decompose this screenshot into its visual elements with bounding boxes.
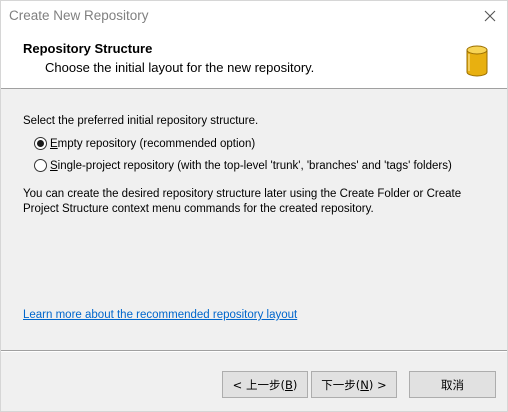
structure-note: You can create the desired repository st… [23,188,462,215]
single-project-repository-option[interactable]: Single-project repository (with the top-… [34,159,452,172]
empty-repository-option[interactable]: Empty repository (recommended option) [34,137,255,150]
page-title: Repository Structure [23,41,153,56]
option-label: Empty repository (recommended option) [50,137,256,150]
footer-separator [1,350,507,352]
next-button[interactable]: 下一步(N) > [311,371,397,398]
create-repository-dialog: Create New Repository Repository Structu… [0,0,508,412]
database-icon [466,45,488,77]
window-title: Create New Repository [9,8,149,23]
close-icon [484,10,496,22]
wizard-content: Select the preferred initial repository … [1,90,507,350]
cancel-button[interactable]: 取消 [409,371,496,398]
instruction-text: Select the preferred initial repository … [23,115,259,127]
option-label: Single-project repository (with the top-… [50,159,452,172]
page-subtitle: Choose the initial layout for the new re… [45,60,315,75]
close-button[interactable] [475,1,505,31]
radio-button[interactable] [34,137,47,150]
radio-selected-dot [37,140,44,147]
title-bar: Create New Repository [1,1,507,31]
back-button[interactable]: < 上一步(B) [222,371,308,398]
learn-more-link[interactable]: Learn more about the recommended reposit… [23,309,297,321]
radio-button[interactable] [34,159,47,172]
wizard-header: Repository Structure Choose the initial … [1,31,507,89]
